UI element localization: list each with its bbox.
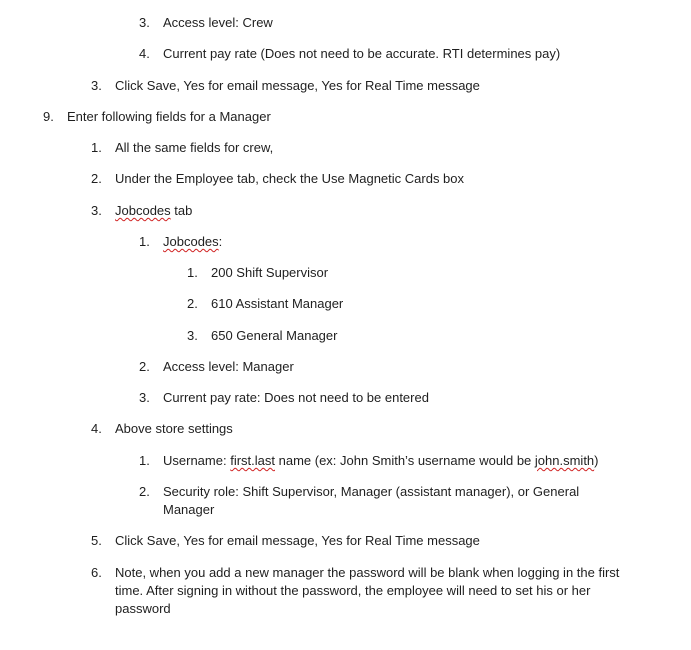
list-text: Manager: [163, 502, 215, 517]
list-number: 1.: [91, 140, 102, 155]
list-number: 3.: [187, 328, 198, 343]
list-text: Note, when you add a new manager the pas…: [115, 565, 620, 580]
list-text-suffix: tab: [170, 203, 193, 218]
list-number: 4.: [91, 421, 102, 436]
list-text: time. After signing in without the passw…: [115, 583, 591, 598]
list-text-suffix: :: [218, 234, 223, 249]
list-text: Current pay rate (Does not need to be ac…: [163, 46, 561, 61]
spellcheck-word: Jobcodes: [163, 234, 219, 249]
list-number: 3.: [91, 78, 102, 93]
list-number: 9.: [43, 109, 54, 124]
list-text: Click Save, Yes for email message, Yes f…: [115, 78, 480, 93]
list-number: 3.: [139, 15, 150, 30]
list-number: 5.: [91, 533, 102, 548]
list-text: 650 General Manager: [211, 328, 338, 343]
list-text-part: ): [594, 453, 599, 468]
list-text: Above store settings: [115, 421, 233, 436]
list-number: 2.: [187, 296, 198, 311]
list-number: 4.: [139, 46, 150, 61]
list-number: 1.: [139, 234, 150, 249]
spellcheck-word: Jobcodes: [115, 203, 171, 218]
list-number: 1.: [139, 453, 150, 468]
list-text: Jobcodes:: [163, 233, 222, 251]
list-text: Click Save, Yes for email message, Yes f…: [115, 533, 480, 548]
list-text: All the same fields for crew,: [115, 140, 274, 155]
list-text: 610 Assistant Manager: [211, 296, 344, 311]
list-number: 2.: [139, 484, 150, 499]
list-number: 3.: [139, 390, 150, 405]
spellcheck-word: john.smith: [534, 453, 595, 468]
list-text: Username: first.last name (ex: John Smit…: [163, 452, 599, 470]
list-number: 1.: [187, 265, 198, 280]
list-text: Jobcodes tab: [115, 202, 192, 220]
list-text: Access level: Crew: [163, 15, 273, 30]
list-text: Enter following fields for a Manager: [67, 109, 271, 124]
list-text: Under the Employee tab, check the Use Ma…: [115, 171, 465, 186]
list-text: 200 Shift Supervisor: [211, 265, 329, 280]
list-text-part: name (ex: John Smith’s username would be: [275, 453, 535, 468]
list-number: 2.: [91, 171, 102, 186]
list-number: 2.: [139, 359, 150, 374]
list-text: Security role: Shift Supervisor, Manager…: [163, 484, 580, 499]
list-number: 6.: [91, 565, 102, 580]
list-text: password: [115, 601, 171, 616]
list-text-part: Username:: [163, 453, 231, 468]
list-text: Current pay rate: Does not need to be en…: [163, 390, 429, 405]
list-number: 3.: [91, 203, 102, 218]
list-text: Access level: Manager: [163, 359, 294, 374]
spellcheck-word: first.last: [230, 453, 275, 468]
